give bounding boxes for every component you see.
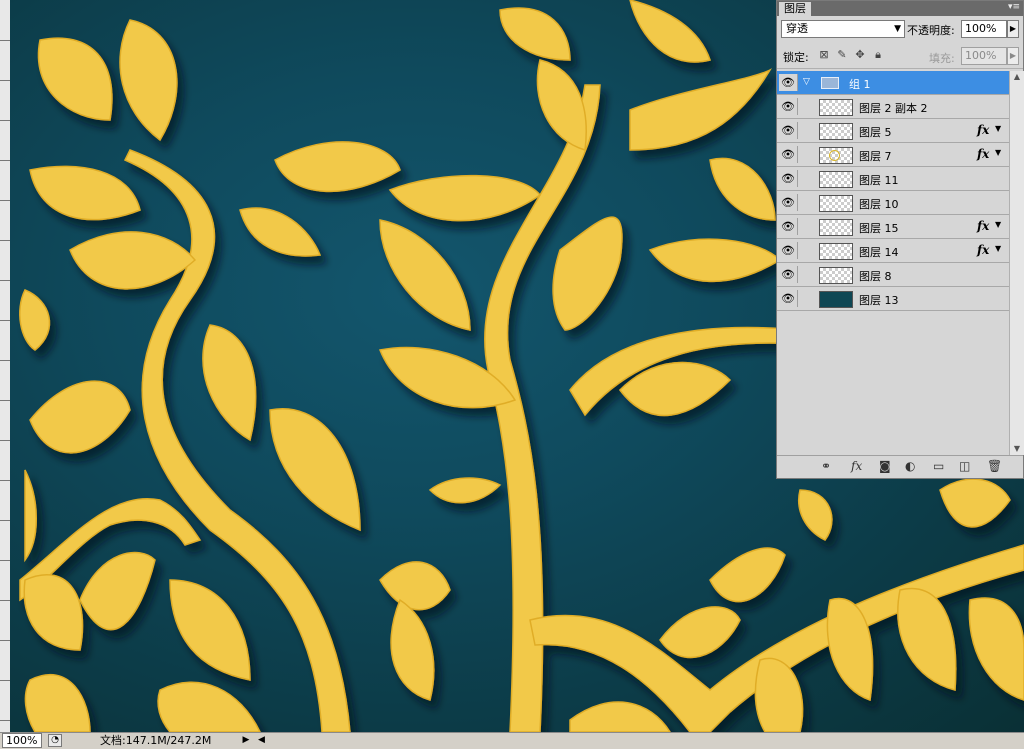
status-menu-arrow-icon[interactable]: ▶ bbox=[240, 734, 252, 747]
fill-slider-button[interactable]: ▶ bbox=[1007, 47, 1019, 65]
visibility-eye-icon[interactable]: 👁︎ bbox=[779, 98, 798, 115]
panel-menu-icon[interactable]: ▾≡ bbox=[1008, 2, 1020, 12]
expand-effects-arrow-icon[interactable]: ▼ bbox=[995, 244, 1001, 253]
lock-move-icon[interactable]: ✥ bbox=[853, 48, 867, 62]
status-bar: 100% ◔ 文档:147.1M/247.2M ▶ ◀ bbox=[0, 732, 1024, 749]
add-mask-icon[interactable]: ◙ bbox=[879, 459, 891, 473]
delete-layer-trash-icon[interactable]: 🗑︎ bbox=[987, 459, 1002, 473]
layer-thumbnail bbox=[819, 195, 853, 212]
layer-thumbnail bbox=[819, 219, 853, 236]
layer-thumbnail bbox=[819, 267, 853, 284]
layer-thumbnail bbox=[819, 147, 853, 164]
layer-row[interactable]: 👁︎ 图层 11 bbox=[777, 167, 1009, 191]
blend-mode-select[interactable]: 穿透 ▼ bbox=[781, 20, 905, 38]
visibility-eye-icon[interactable]: 👁︎ bbox=[779, 242, 798, 259]
layer-row[interactable]: 👁︎ 图层 5 fx ▼ bbox=[777, 119, 1009, 143]
opacity-label: 不透明度: bbox=[907, 24, 955, 37]
lock-all-icon[interactable]: 🔒︎ bbox=[871, 48, 885, 62]
visibility-eye-icon[interactable]: 👁︎ bbox=[779, 218, 798, 235]
chevron-down-icon: ▼ bbox=[894, 24, 901, 34]
layer-name: 组 1 bbox=[849, 78, 871, 91]
visibility-eye-icon[interactable]: 👁︎ bbox=[779, 74, 798, 91]
visibility-eye-icon[interactable]: 👁︎ bbox=[779, 122, 798, 139]
layer-name: 图层 15 bbox=[859, 222, 899, 235]
expand-effects-arrow-icon[interactable]: ▼ bbox=[995, 148, 1001, 157]
lock-label: 锁定: bbox=[783, 51, 809, 64]
expand-effects-arrow-icon[interactable]: ▼ bbox=[995, 220, 1001, 229]
blend-mode-value: 穿透 bbox=[786, 22, 808, 35]
folder-icon bbox=[821, 77, 839, 89]
layer-thumbnail bbox=[819, 99, 853, 116]
layer-name: 图层 8 bbox=[859, 270, 892, 283]
layer-row[interactable]: 👁︎ 图层 15 fx ▼ bbox=[777, 215, 1009, 239]
layer-thumbnail bbox=[819, 291, 853, 308]
layer-name: 图层 2 副本 2 bbox=[859, 102, 928, 115]
visibility-eye-icon[interactable]: 👁︎ bbox=[779, 290, 798, 307]
layer-style-fx-icon[interactable]: fx bbox=[977, 147, 989, 161]
lock-transparency-icon[interactable]: ⊠ bbox=[817, 48, 831, 62]
scroll-left-icon[interactable]: ◀ bbox=[258, 734, 268, 747]
layer-row-group-1[interactable]: 👁︎ ▽ 组 1 bbox=[777, 71, 1009, 95]
layer-name: 图层 11 bbox=[859, 174, 899, 187]
new-group-folder-icon[interactable]: ▭ bbox=[933, 459, 944, 473]
visibility-eye-icon[interactable]: 👁︎ bbox=[779, 266, 798, 283]
layer-row[interactable]: 👁︎ 图层 13 bbox=[777, 287, 1009, 311]
adjustment-layer-icon[interactable]: ◐ bbox=[905, 459, 915, 473]
panel-tabbar: 图层 ▾≡ bbox=[777, 1, 1023, 16]
layers-scrollbar[interactable]: ▲ ▼ bbox=[1009, 71, 1024, 455]
scroll-up-icon[interactable]: ▲ bbox=[1010, 71, 1024, 83]
new-layer-icon[interactable]: ◫ bbox=[959, 459, 970, 473]
fill-input[interactable]: 100% bbox=[961, 47, 1007, 65]
layer-thumbnail bbox=[819, 171, 853, 188]
status-info-icon[interactable]: ◔ bbox=[48, 734, 62, 747]
document-size-info: 文档:147.1M/247.2M bbox=[100, 734, 212, 747]
add-layer-style-icon[interactable]: fx bbox=[851, 459, 862, 473]
layer-row[interactable]: 👁︎ 图层 2 副本 2 bbox=[777, 95, 1009, 119]
layer-name: 图层 5 bbox=[859, 126, 892, 139]
layer-style-fx-icon[interactable]: fx bbox=[977, 243, 989, 257]
link-layers-icon[interactable]: ⚭ bbox=[821, 459, 831, 473]
panel-bottom-toolbar: ⚭ fx ◙ ◐ ▭ ◫ 🗑︎ bbox=[777, 455, 1023, 478]
fill-label: 填充: bbox=[929, 52, 955, 65]
layer-name: 图层 14 bbox=[859, 246, 899, 259]
horizontal-scrollbar[interactable] bbox=[268, 734, 1024, 747]
blend-row: 穿透 ▼ 不透明度: 100% ▶ bbox=[777, 16, 1023, 44]
layer-style-fx-icon[interactable]: fx bbox=[977, 219, 989, 233]
layer-row[interactable]: 👁︎ 图层 14 fx ▼ bbox=[777, 239, 1009, 263]
disclosure-triangle-icon[interactable]: ▽ bbox=[803, 77, 810, 87]
layer-name: 图层 10 bbox=[859, 198, 899, 211]
opacity-input[interactable]: 100% bbox=[961, 20, 1007, 38]
visibility-eye-icon[interactable]: 👁︎ bbox=[779, 170, 798, 187]
layers-list: 👁︎ ▽ 组 1 👁︎ 图层 2 副本 2 👁︎ 图层 5 fx ▼ 👁︎ 图层… bbox=[777, 71, 1009, 455]
layers-tab[interactable]: 图层 bbox=[779, 2, 811, 16]
layer-row[interactable]: 👁︎ 图层 8 bbox=[777, 263, 1009, 287]
visibility-eye-icon[interactable]: 👁︎ bbox=[779, 146, 798, 163]
lock-row: 锁定: ⊠ ✎ ✥ 🔒︎ 填充: 100% ▶ bbox=[777, 44, 1023, 69]
visibility-eye-icon[interactable]: 👁︎ bbox=[779, 194, 798, 211]
expand-effects-arrow-icon[interactable]: ▼ bbox=[995, 124, 1001, 133]
lock-paint-brush-icon[interactable]: ✎ bbox=[835, 48, 849, 62]
layer-thumbnail bbox=[819, 243, 853, 260]
scroll-down-icon[interactable]: ▼ bbox=[1010, 443, 1024, 455]
layer-thumbnail bbox=[819, 123, 853, 140]
layer-row[interactable]: 👁︎ 图层 7 fx ▼ bbox=[777, 143, 1009, 167]
layer-row[interactable]: 👁︎ 图层 10 bbox=[777, 191, 1009, 215]
layer-style-fx-icon[interactable]: fx bbox=[977, 123, 989, 137]
layer-name: 图层 13 bbox=[859, 294, 899, 307]
opacity-slider-button[interactable]: ▶ bbox=[1007, 20, 1019, 38]
zoom-level-field[interactable]: 100% bbox=[2, 733, 42, 748]
layer-name: 图层 7 bbox=[859, 150, 892, 163]
layers-panel: 图层 ▾≡ 穿透 ▼ 不透明度: 100% ▶ 锁定: ⊠ ✎ ✥ 🔒︎ 填充:… bbox=[776, 0, 1024, 479]
